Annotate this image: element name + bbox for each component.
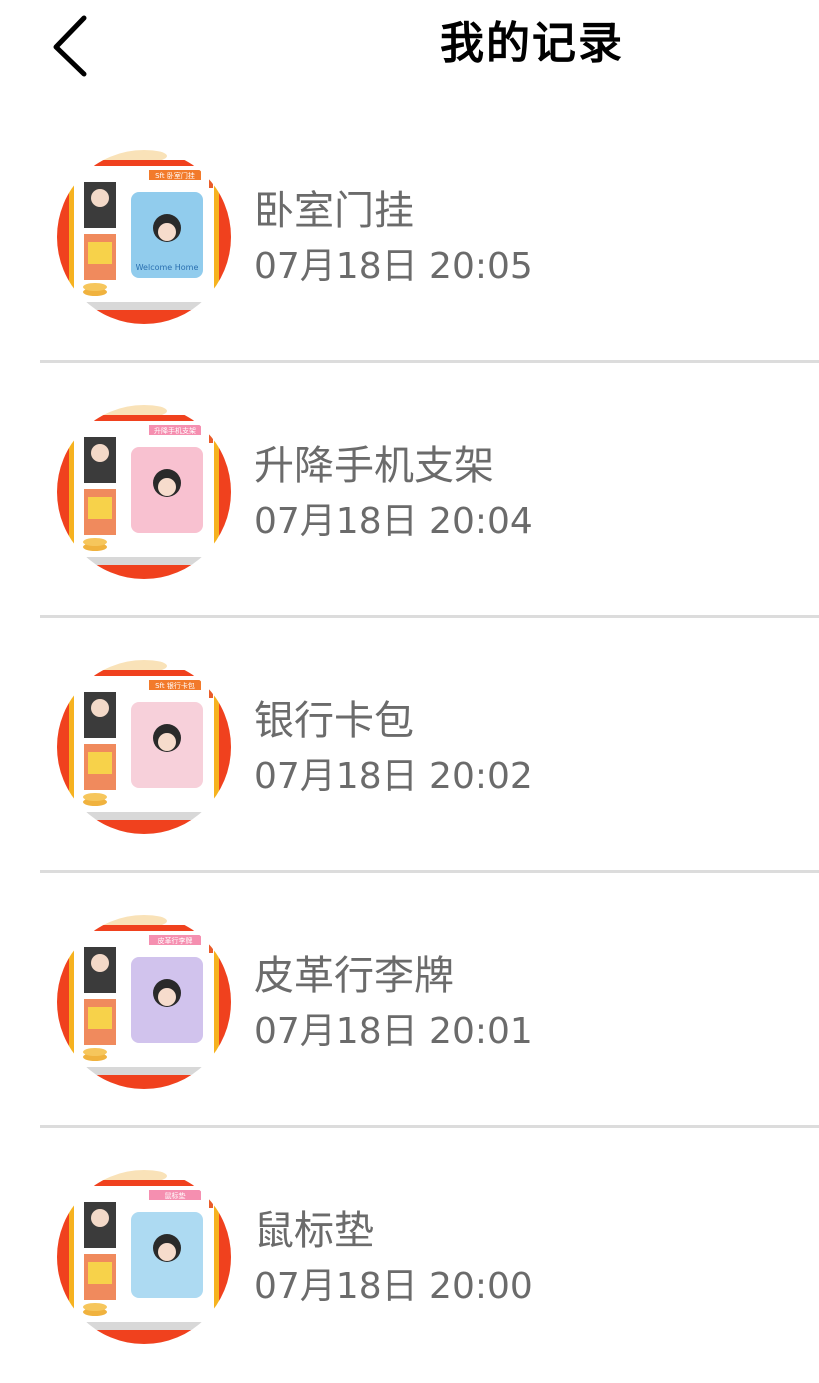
list-item[interactable]: Sft 卧室门挂 Welcome Home 卧室门挂 07月18日 20:05 [0,108,819,363]
product-thumbnail: 升降手机支架 [57,405,231,579]
record-name: 皮革行李牌 [254,953,454,999]
svg-text:Welcome Home: Welcome Home [136,263,199,272]
record-time: 07月18日 20:04 [254,501,533,542]
svg-text:皮革行李牌: 皮革行李牌 [158,936,193,945]
product-thumbnail: 鼠标垫 [57,1170,231,1344]
record-time: 07月18日 20:00 [254,1266,533,1307]
page-title: 我的记录 [440,18,624,69]
svg-text:Sft 卧室门挂: Sft 卧室门挂 [155,171,195,180]
record-time: 07月18日 20:02 [254,756,533,797]
product-thumbnail: Sft 卧室门挂 Welcome Home [57,150,231,324]
svg-text:鼠标垫: 鼠标垫 [165,1191,186,1200]
record-name: 银行卡包 [254,698,414,744]
record-name: 卧室门挂 [254,188,414,234]
svg-text:升降手机支架: 升降手机支架 [154,426,196,435]
product-thumbnail: Sft 银行卡包 [57,660,231,834]
header-bar: 我的记录 [0,0,819,100]
record-time: 07月18日 20:05 [254,246,533,287]
list-item[interactable]: 皮革行李牌 皮革行李牌 07月18日 20:01 [0,873,819,1128]
record-name: 鼠标垫 [254,1208,374,1254]
record-name: 升降手机支架 [254,443,494,489]
record-list: Sft 卧室门挂 Welcome Home 卧室门挂 07月18日 20:05 升… [0,108,819,1383]
list-item[interactable]: 升降手机支架 升降手机支架 07月18日 20:04 [0,363,819,618]
chevron-left-icon [53,15,87,77]
product-thumbnail: 皮革行李牌 [57,915,231,1089]
record-time: 07月18日 20:01 [254,1011,533,1052]
list-item[interactable]: 鼠标垫 鼠标垫 07月18日 20:00 [0,1128,819,1383]
list-item[interactable]: Sft 银行卡包 银行卡包 07月18日 20:02 [0,618,819,873]
back-button[interactable] [46,12,98,78]
svg-text:Sft 银行卡包: Sft 银行卡包 [155,681,195,690]
